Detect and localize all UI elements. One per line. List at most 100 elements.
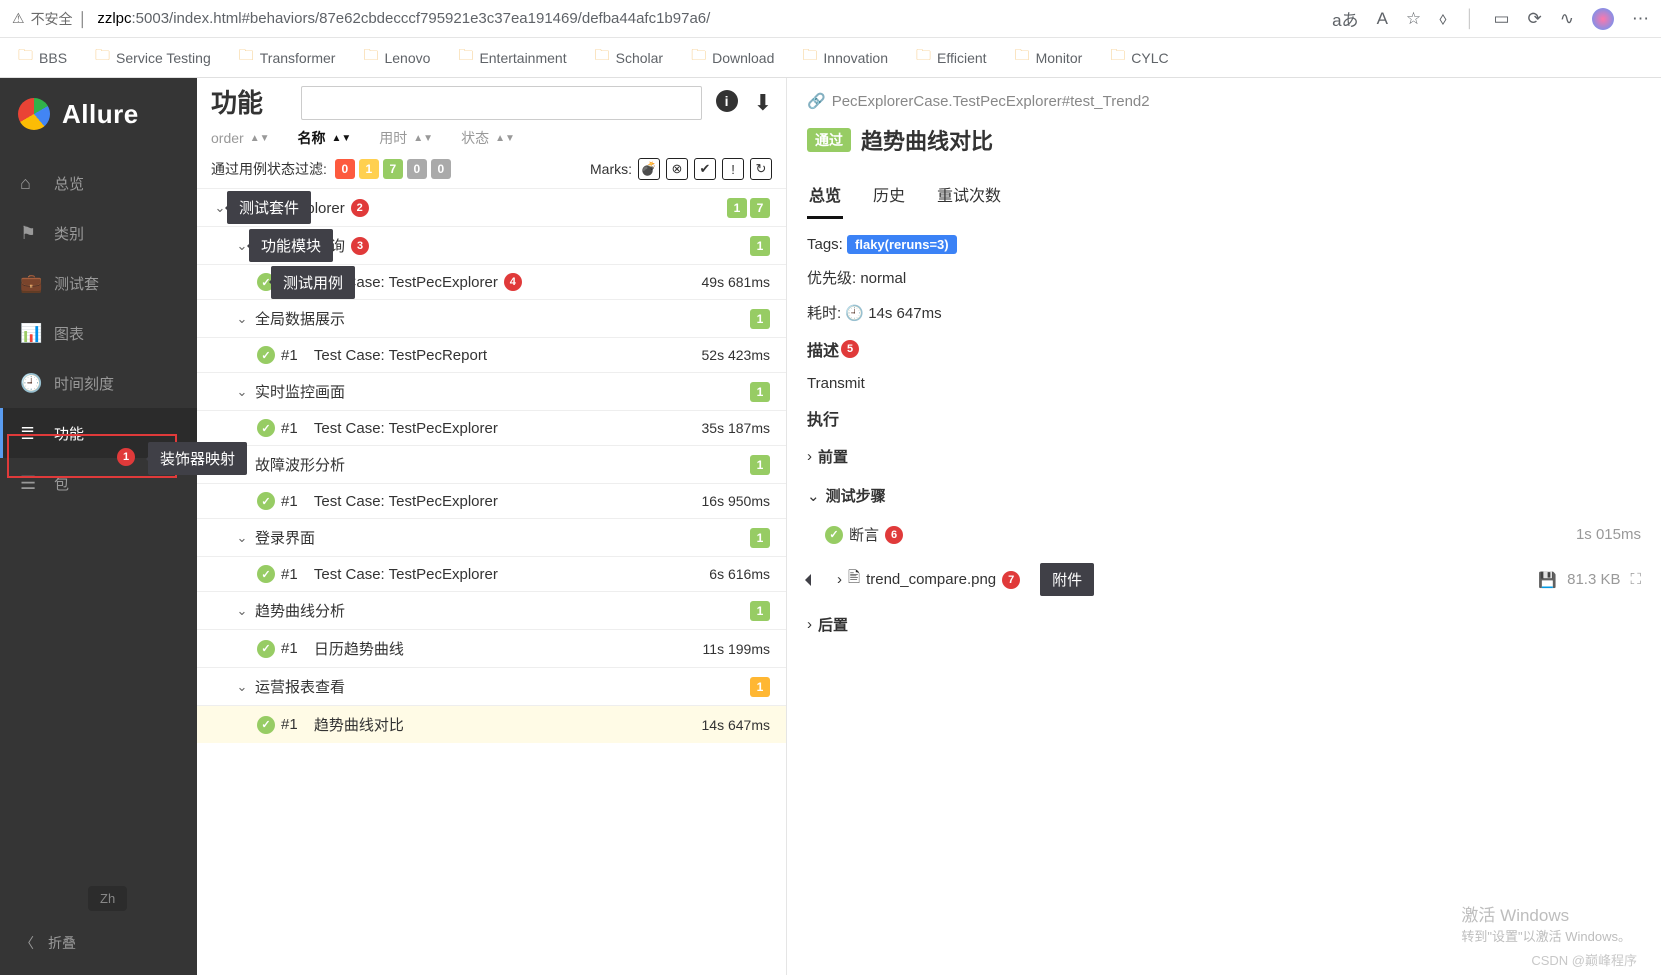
- sidebar-item-home[interactable]: ⌂总览: [0, 158, 197, 208]
- reader-icon[interactable]: A: [1377, 9, 1388, 29]
- bookmark-cylc[interactable]: 🗀CYLC: [1110, 45, 1168, 70]
- collapse-sidebar[interactable]: 〈 折叠: [0, 925, 96, 961]
- url-host: zzlpc: [97, 10, 131, 27]
- duration-label: 耗时:: [807, 305, 841, 322]
- profile-avatar[interactable]: [1592, 8, 1614, 30]
- chevron-down-icon: ⌄: [235, 384, 249, 400]
- mark-alert-icon[interactable]: !: [722, 158, 744, 180]
- mark-cancel-icon[interactable]: ⊗: [666, 158, 688, 180]
- group-label: 全局数据展示: [255, 308, 345, 329]
- tree-group[interactable]: ⌄故障波形分析1: [197, 445, 786, 483]
- tree-case[interactable]: ✓ #1 Test Case: TestPecReport52s 423ms: [197, 337, 786, 372]
- status-count-skipped[interactable]: 0: [407, 159, 427, 179]
- sort-用时[interactable]: 用时▲▼: [379, 128, 433, 148]
- mark-bomb-icon[interactable]: 💣: [638, 158, 660, 180]
- clock-icon: 🕘: [20, 373, 40, 394]
- sort-order[interactable]: order▲▼: [211, 130, 269, 146]
- bookmark-label: Transformer: [260, 50, 336, 66]
- chevron-right-icon: ›: [837, 571, 842, 588]
- sort-名称[interactable]: 名称▲▼: [297, 128, 351, 148]
- sidebar-item-chart[interactable]: 📊图表: [0, 308, 197, 358]
- tab-overview[interactable]: 总览: [807, 172, 843, 219]
- precondition-row[interactable]: › 前置: [807, 444, 1641, 469]
- detail-title: 趋势曲线对比: [861, 124, 993, 156]
- logo[interactable]: Allure: [0, 78, 197, 150]
- bookmark-service-testing[interactable]: 🗀Service Testing: [95, 45, 211, 70]
- mark-retry-icon[interactable]: ↻: [750, 158, 772, 180]
- bookmark-bbs[interactable]: 🗀BBS: [18, 45, 67, 70]
- url-field[interactable]: zzlpc:5003/index.html#behaviors/87e62cbd…: [97, 10, 1322, 27]
- info-icon[interactable]: i: [716, 90, 738, 112]
- download-icon[interactable]: ⬇: [754, 90, 772, 116]
- tree-group[interactable]: ⌄趋势曲线分析1: [197, 591, 786, 629]
- path-text: PecExplorerCase.TestPecExplorer#test_Tre…: [832, 93, 1150, 110]
- tree-group[interactable]: ⌄实时监控画面1: [197, 372, 786, 410]
- status-count-passed[interactable]: 7: [383, 159, 403, 179]
- tree-case[interactable]: ✓ #1 Test Case: TestPecExplorer6s 616ms: [197, 556, 786, 591]
- case-label: Test Case: TestPecExplorer: [314, 493, 498, 510]
- sidebar-item-briefcase[interactable]: 💼测试套: [0, 258, 197, 308]
- language-toggle[interactable]: Zh: [88, 886, 127, 911]
- mark-check-icon[interactable]: ✔: [694, 158, 716, 180]
- pass-icon: ✓: [825, 526, 843, 544]
- sort-状态[interactable]: 状态▲▼: [461, 128, 515, 148]
- case-time: 49s 681ms: [702, 274, 770, 290]
- case-label: Test Case: TestPecExplorer: [314, 566, 498, 583]
- performance-icon[interactable]: ∿: [1560, 9, 1574, 29]
- steps-row[interactable]: ⌄ 测试步骤: [807, 483, 1641, 508]
- divider: │: [1465, 9, 1476, 29]
- folder-icon: 🗀: [18, 45, 33, 70]
- tooltip-decorator: 装饰器映射: [148, 442, 247, 475]
- tree-case[interactable]: ✓ #1 Test Case: TestPecExplorer35s 187ms: [197, 410, 786, 445]
- tree-case[interactable]: ✓ #1 Test Case: TestPecExplorer4测试用例49s …: [197, 264, 786, 299]
- tree-case[interactable]: ✓ #1 趋势曲线对比14s 647ms: [197, 705, 786, 743]
- status-count-unknown[interactable]: 0: [431, 159, 451, 179]
- extensions-icon[interactable]: ⬨: [1439, 9, 1447, 29]
- overflow-icon[interactable]: ⋯: [1632, 9, 1649, 29]
- favorite-icon[interactable]: ☆: [1406, 9, 1421, 29]
- case-time: 35s 187ms: [702, 420, 770, 436]
- link-icon[interactable]: 🔗: [807, 92, 826, 110]
- tag-pill[interactable]: flaky(reruns=3): [847, 235, 957, 254]
- tree-group[interactable]: ⌄全局数据展示1: [197, 299, 786, 337]
- bookmark-transformer[interactable]: 🗀Transformer: [239, 45, 336, 70]
- search-input[interactable]: [301, 86, 702, 120]
- sidebar: Allure ⌂总览⚑类别💼测试套📊图表🕘时间刻度≣功能☰包 Zh 〈 折叠: [0, 78, 197, 975]
- group-label: 趋势曲线分析: [255, 600, 345, 621]
- bookmark-monitor[interactable]: 🗀Monitor: [1015, 45, 1083, 70]
- bookmark-lenovo[interactable]: 🗀Lenovo: [363, 45, 430, 70]
- bookmark-efficient[interactable]: 🗀Efficient: [916, 45, 987, 70]
- description-header: 描述5: [807, 337, 1641, 361]
- chevron-right-icon: ›: [807, 616, 812, 633]
- tree-group[interactable]: ⌄事件记录查询3功能模块1: [197, 226, 786, 264]
- collections-icon[interactable]: ▭: [1493, 9, 1509, 29]
- save-icon[interactable]: 💾: [1538, 571, 1557, 589]
- bookmark-download[interactable]: 🗀Download: [691, 45, 774, 70]
- translate-icon[interactable]: aあ: [1332, 6, 1358, 31]
- bookmark-scholar[interactable]: 🗀Scholar: [595, 45, 663, 70]
- tab-retries[interactable]: 重试次数: [935, 172, 1003, 219]
- tree-case[interactable]: ✓ #1 Test Case: TestPecExplorer16s 950ms: [197, 483, 786, 518]
- tree-group[interactable]: ⌄运营报表查看1: [197, 667, 786, 705]
- bookmark-entertainment[interactable]: 🗀Entertainment: [458, 45, 566, 70]
- assert-step[interactable]: ✓ 断言6 1s 015ms: [807, 522, 1641, 547]
- warning-icon: ⚠: [12, 10, 25, 27]
- chevron-down-icon: ⌄: [235, 603, 249, 619]
- tree-group[interactable]: ⌄登录界面1: [197, 518, 786, 556]
- status-count-failed[interactable]: 0: [335, 159, 355, 179]
- tab-history[interactable]: 历史: [871, 172, 907, 219]
- status-count-broken[interactable]: 1: [359, 159, 379, 179]
- tree-case[interactable]: ✓ #1 日历趋势曲线11s 199ms: [197, 629, 786, 667]
- tree-group[interactable]: ⌄测试PecExplorer2测试套件17: [197, 188, 786, 226]
- sidebar-item-label: 图表: [54, 323, 84, 344]
- sidebar-item-flag[interactable]: ⚑类别: [0, 208, 197, 258]
- bookmark-label: Download: [712, 50, 774, 66]
- postcondition-row[interactable]: › 后置: [807, 612, 1641, 637]
- case-label: 趋势曲线对比: [314, 714, 404, 735]
- sidebar-item-clock[interactable]: 🕘时间刻度: [0, 358, 197, 408]
- attachment-row[interactable]: › 🖹 trend_compare.png7 附件 💾81.3 KB ⛶: [807, 561, 1641, 598]
- bookmark-innovation[interactable]: 🗀Innovation: [802, 45, 888, 70]
- history-icon[interactable]: ⟳: [1528, 9, 1542, 29]
- group-label: 故障波形分析: [255, 454, 345, 475]
- fullscreen-icon[interactable]: ⛶: [1630, 571, 1641, 588]
